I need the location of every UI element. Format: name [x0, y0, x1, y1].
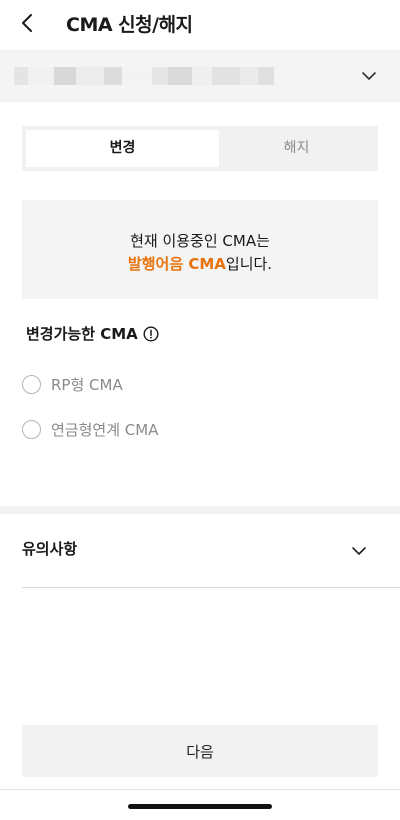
chevron-down-icon: [362, 72, 376, 80]
header: CMA 신청/해지: [0, 0, 400, 48]
masked-block: [104, 67, 122, 85]
masked-block: [54, 67, 76, 85]
chevron-down-icon: [352, 547, 366, 555]
home-indicator: [128, 804, 272, 809]
masked-block: [258, 67, 274, 85]
divider: [0, 789, 400, 790]
current-cma-name: 발행어음 CMA: [127, 255, 226, 273]
page-title: CMA 신청/해지: [66, 14, 193, 36]
section-title: 변경가능한 CMA: [26, 323, 159, 344]
segmented-control: 변경 해지: [22, 126, 378, 171]
current-cma-info: 현재 이용중인 CMA는 발행어음 CMA입니다.: [22, 200, 378, 299]
info-text: 현재 이용중인 CMA는: [130, 232, 270, 250]
notice-accordion[interactable]: 유의사항: [22, 526, 378, 574]
info-icon[interactable]: [143, 325, 159, 342]
next-button[interactable]: 다음: [22, 725, 378, 777]
tab-cancel[interactable]: 해지: [219, 130, 374, 167]
account-selector[interactable]: [0, 50, 400, 102]
masked-block: [76, 67, 104, 85]
section-title-text: 변경가능한 CMA: [26, 325, 138, 343]
notice-label: 유의사항: [22, 540, 78, 558]
chevron-left-icon: [22, 14, 32, 32]
back-button[interactable]: [14, 9, 42, 37]
info-text-2: 발행어음 CMA입니다.: [22, 253, 378, 274]
option-pension-cma[interactable]: 연금형연계 CMA: [22, 417, 158, 441]
masked-block: [168, 67, 192, 85]
option-label: 연금형연계 CMA: [51, 420, 159, 439]
option-label: RP형 CMA: [51, 375, 123, 394]
masked-block: [152, 67, 168, 85]
masked-block: [122, 67, 152, 85]
divider: [22, 587, 400, 588]
masked-block: [28, 67, 54, 85]
section-divider: [0, 506, 400, 514]
radio-button[interactable]: [22, 374, 41, 394]
radio-button[interactable]: [22, 419, 41, 439]
masked-account-number: [14, 67, 274, 85]
option-rp-cma[interactable]: RP형 CMA: [22, 372, 123, 396]
tab-change[interactable]: 변경: [26, 130, 219, 167]
masked-block: [192, 67, 212, 85]
masked-block: [240, 67, 258, 85]
masked-block: [14, 67, 28, 85]
info-suffix: 입니다.: [225, 255, 273, 273]
masked-block: [212, 67, 240, 85]
